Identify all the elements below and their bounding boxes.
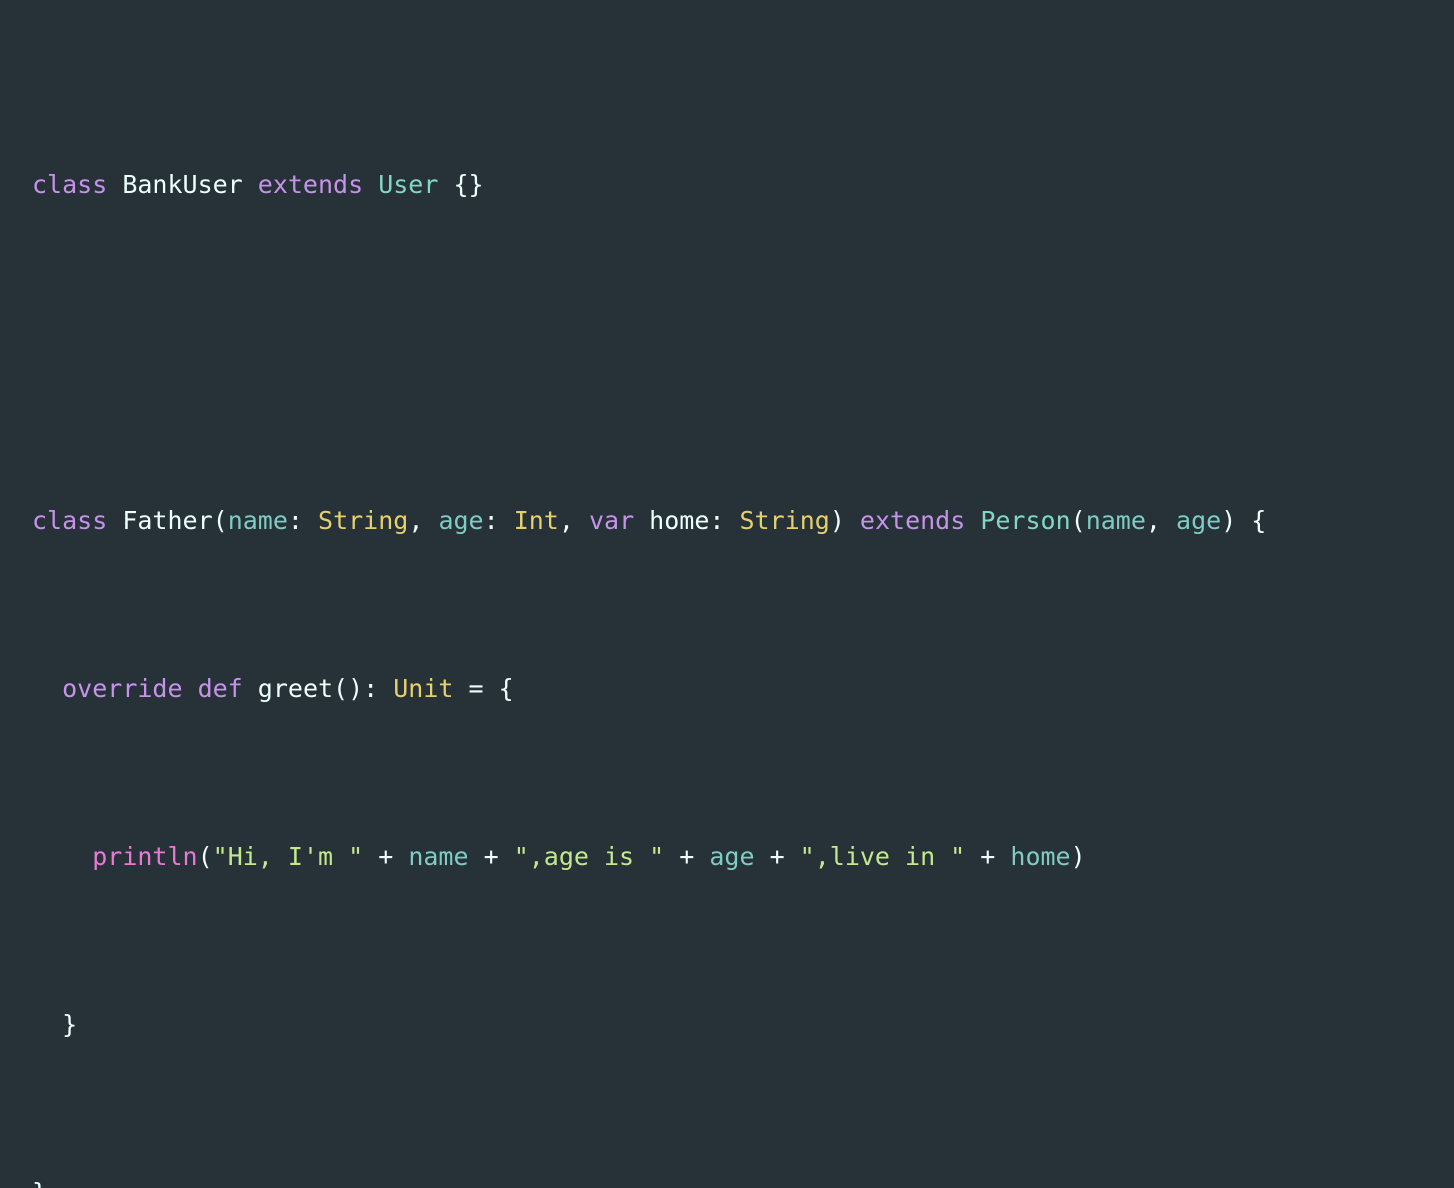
param-home: home	[634, 506, 710, 535]
keyword-class: class	[32, 506, 108, 535]
type-person: Person	[965, 506, 1071, 535]
param-name: name	[227, 506, 288, 535]
paren-close: )	[1221, 506, 1252, 535]
variable-name: name	[408, 842, 469, 871]
variable-age: age	[709, 842, 755, 871]
operator-plus: +	[664, 842, 710, 871]
arg-name: name	[1085, 506, 1146, 535]
operator-plus: +	[965, 842, 1011, 871]
operator-plus: +	[754, 842, 800, 871]
operator-plus: +	[363, 842, 409, 871]
colon: :	[483, 506, 514, 535]
method-greet: greet():	[242, 674, 379, 703]
colon: :	[287, 506, 319, 535]
empty-body-braces: {}	[453, 170, 484, 199]
paren-open: (	[197, 842, 213, 871]
type-string: String	[739, 506, 830, 535]
code-line-2-blank	[32, 332, 1454, 374]
keyword-override-def: override def	[62, 674, 243, 703]
code-line-1: class BankUser extends User {}	[32, 164, 1454, 206]
comma: ,	[558, 506, 589, 535]
keyword-var: var	[588, 506, 635, 535]
paren-close: )	[829, 506, 860, 535]
paren-open: (	[1070, 506, 1086, 535]
code-line-4: override def greet(): Unit = {	[32, 668, 1454, 710]
type-user: User	[363, 170, 454, 199]
string-literal-hi: "Hi, I'm "	[212, 842, 364, 871]
comma: ,	[408, 506, 439, 535]
brace-close-class: }	[32, 1178, 47, 1188]
comma: ,	[1145, 506, 1177, 535]
class-name-father: Father	[107, 506, 213, 535]
code-line-3: class Father(name: String, age: Int, var…	[32, 500, 1454, 542]
arg-age: age	[1176, 506, 1222, 535]
code-line-7: }	[32, 1172, 1454, 1188]
paren-open: (	[212, 506, 228, 535]
colon: :	[709, 506, 740, 535]
variable-home: home	[1010, 842, 1071, 871]
keyword-class: class	[32, 170, 108, 199]
class-name-bankuser: BankUser	[107, 170, 258, 199]
brace-close-method: }	[62, 1010, 78, 1039]
param-age: age	[438, 506, 484, 535]
brace-open: {	[1251, 506, 1267, 535]
keyword-extends: extends	[257, 170, 364, 199]
type-int: Int	[513, 506, 559, 535]
code-line-6: }	[32, 1004, 1454, 1046]
assign-brace: = {	[453, 674, 514, 703]
string-literal-age-is: ",age is "	[513, 842, 665, 871]
type-string: String	[318, 506, 409, 535]
function-println: println	[92, 842, 198, 871]
string-literal-live-in: ",live in "	[799, 842, 966, 871]
code-line-5: println("Hi, I'm " + name + ",age is " +…	[32, 836, 1454, 878]
paren-close: )	[1070, 842, 1086, 871]
operator-plus: +	[468, 842, 514, 871]
type-unit: Unit	[378, 674, 454, 703]
keyword-extends: extends	[859, 506, 966, 535]
code-snippet-block: class BankUser extends User {} class Fat…	[0, 0, 1454, 1188]
